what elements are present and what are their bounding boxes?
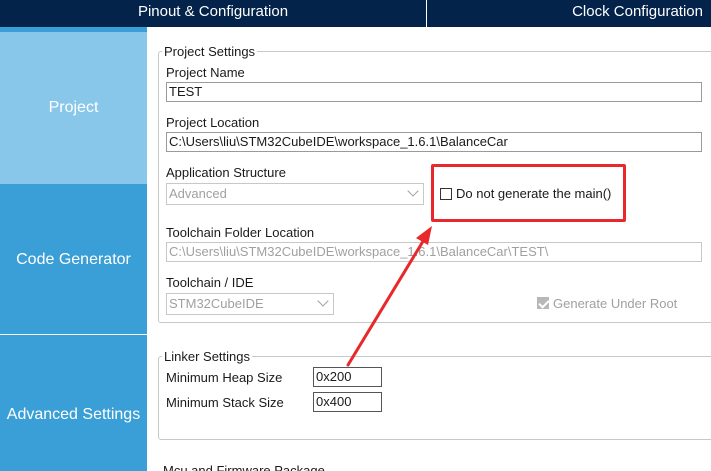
tab-clock-configuration[interactable]: Clock Configuration (428, 0, 711, 27)
min-stack-size-label: Minimum Stack Size (166, 395, 284, 410)
toolchain-ide-label: Toolchain / IDE (166, 275, 254, 290)
chevron-down-icon (407, 185, 419, 197)
application-structure-select[interactable]: Advanced (166, 183, 424, 205)
toolchain-ide-value: STM32CubeIDE (169, 296, 264, 311)
project-location-label: Project Location (166, 115, 260, 130)
min-heap-size-label: Minimum Heap Size (166, 370, 283, 385)
sidebar: Project Code Generator Advanced Settings (0, 27, 147, 471)
mcu-firmware-legend: Mcu and Firmware Package (163, 463, 325, 471)
generate-under-root-label: Generate Under Root (553, 296, 678, 311)
sidebar-item-project[interactable]: Project (0, 32, 147, 184)
min-stack-size-input[interactable]: 0x400 (313, 392, 382, 412)
project-location-input[interactable]: C:\Users\liu\STM32CubeIDE\workspace_1.6.… (166, 132, 702, 152)
sidebar-item-code-generator[interactable]: Code Generator (0, 185, 147, 335)
min-heap-size-input[interactable]: 0x200 (313, 367, 382, 387)
sidebar-item-advanced-settings[interactable]: Advanced Settings (0, 336, 147, 471)
application-structure-value: Advanced (169, 186, 227, 201)
toolchain-folder-label: Toolchain Folder Location (166, 225, 315, 240)
generate-under-root-checkbox[interactable] (537, 297, 549, 309)
project-name-label: Project Name (166, 65, 245, 80)
project-settings-legend: Project Settings (162, 44, 258, 59)
annotation-highlight-box (431, 164, 626, 222)
linker-settings-legend: Linker Settings (162, 349, 252, 364)
top-tab-bar: Pinout & Configuration Clock Configurati… (0, 0, 711, 27)
tab-pinout-configuration[interactable]: Pinout & Configuration (0, 0, 427, 27)
toolchain-folder-input: C:\Users\liu\STM32CubeIDE\workspace_1.6.… (166, 242, 702, 262)
toolchain-ide-select[interactable]: STM32CubeIDE (166, 293, 334, 315)
application-structure-label: Application Structure (166, 165, 286, 180)
chevron-down-icon (317, 295, 329, 307)
project-name-input[interactable]: TEST (166, 82, 702, 102)
